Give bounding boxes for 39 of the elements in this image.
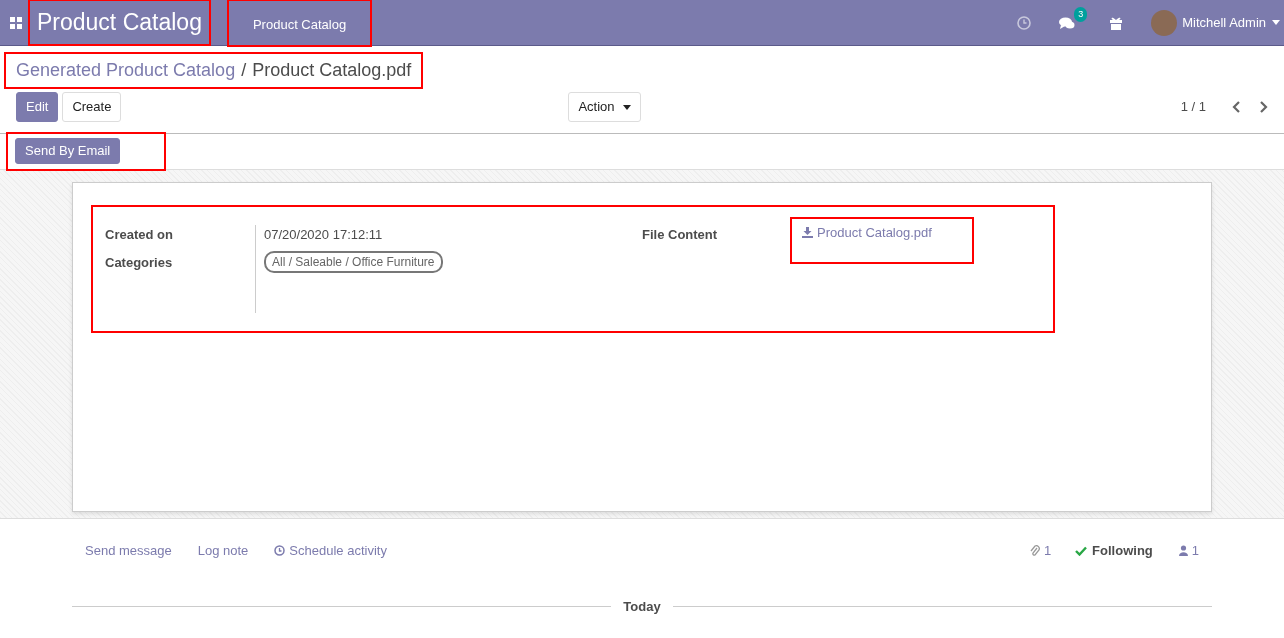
download-icon xyxy=(802,227,813,239)
check-icon xyxy=(1075,545,1088,556)
person-icon xyxy=(1178,545,1188,557)
create-button[interactable]: Create xyxy=(62,92,122,122)
count-badge: 3 xyxy=(1074,6,1088,23)
chatter-link[interactable]: Schedule activity xyxy=(274,541,387,561)
breadcrumb-link[interactable]: Generated Product Catalog xyxy=(16,57,236,84)
category-tag: All / Saleable / Office Furniture xyxy=(264,250,443,273)
gift-icon[interactable] xyxy=(1109,15,1124,30)
field-label: File Content xyxy=(642,226,719,244)
clock-icon[interactable] xyxy=(1017,15,1032,30)
clock-icon xyxy=(274,545,286,557)
send-by-email-button[interactable]: Send By Email xyxy=(15,138,121,164)
paperclip-icon xyxy=(1029,544,1040,557)
field-label: Created on xyxy=(105,226,174,244)
chat-icon[interactable] xyxy=(1059,16,1076,30)
chatter-link[interactable]: Log note xyxy=(197,541,249,561)
app-title: Product Catalog xyxy=(30,1,209,44)
chatter-link[interactable]: Send message xyxy=(85,541,172,561)
attachments-count[interactable]: 1 xyxy=(1029,541,1052,561)
date-divider: Today xyxy=(622,597,662,616)
followers-count[interactable]: 1 xyxy=(1178,541,1199,561)
menu-item[interactable]: Product Catalog xyxy=(228,0,371,45)
next-icon[interactable] xyxy=(1259,101,1268,113)
previous-icon[interactable] xyxy=(1232,101,1241,113)
breadcrumb-current: Product Catalog.pdf xyxy=(252,59,412,82)
edit-button[interactable]: Edit xyxy=(16,92,59,122)
avatar xyxy=(1151,9,1178,36)
apps-menu-icon[interactable] xyxy=(10,16,22,29)
caret-icon xyxy=(1272,20,1280,25)
following-button[interactable]: Following xyxy=(1075,541,1153,561)
action-dropdown[interactable]: Action xyxy=(568,92,641,122)
pager-text: 1 / 1 xyxy=(1180,98,1206,117)
caret-icon xyxy=(622,104,631,110)
breadcrumb-separator: / xyxy=(241,59,247,82)
file-download-link[interactable]: Product Catalog.pdf xyxy=(802,223,932,243)
field-label: Categories xyxy=(105,253,174,272)
field-value: 07/20/2020 17:12:11 xyxy=(264,226,384,244)
user-menu[interactable]: Mitchell Admin xyxy=(1182,12,1280,33)
